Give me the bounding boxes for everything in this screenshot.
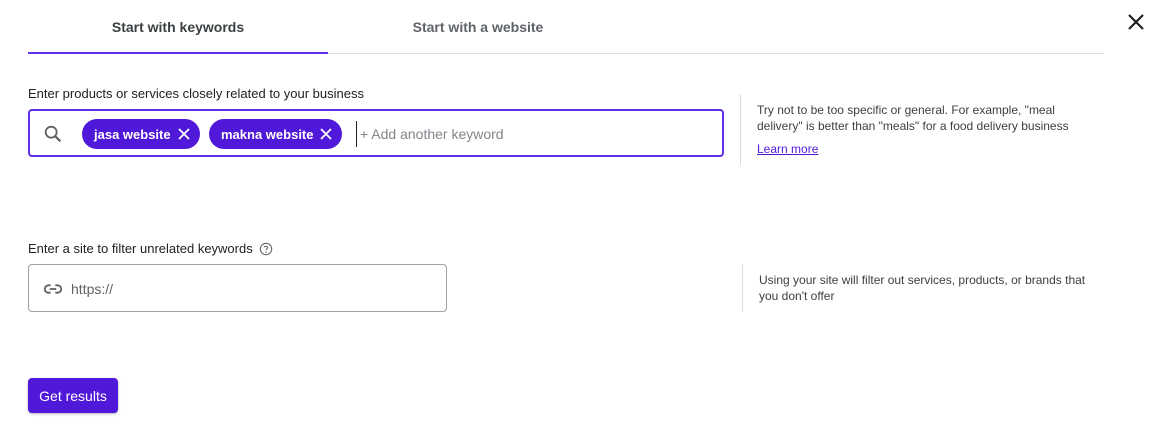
keyword-chip-label: makna website <box>221 126 314 142</box>
site-label: Enter a site to filter unrelated keyword… <box>28 241 253 256</box>
keywords-label: Enter products or services closely relat… <box>28 86 364 101</box>
site-input-box[interactable] <box>28 264 447 312</box>
close-icon <box>1128 14 1144 30</box>
tab-start-with-website[interactable]: Start with a website <box>328 0 628 53</box>
get-results-button[interactable]: Get results <box>28 378 118 413</box>
keyword-chip: jasa website <box>82 119 200 149</box>
divider <box>740 94 741 165</box>
keyword-chip: makna website <box>209 119 342 149</box>
divider <box>742 264 743 312</box>
active-tab-indicator <box>28 52 328 54</box>
close-icon[interactable] <box>318 126 334 142</box>
tab-bar: Start with keywords Start with a website <box>28 0 1104 54</box>
search-icon <box>44 125 62 143</box>
keyword-chip-label: jasa website <box>94 126 171 142</box>
close-icon[interactable] <box>176 126 192 142</box>
tab-start-with-keywords[interactable]: Start with keywords <box>28 0 328 53</box>
tab-label: Start with a website <box>412 18 544 35</box>
site-hint: Using your site will filter out services… <box>759 273 1086 303</box>
add-keyword-input[interactable] <box>356 121 706 147</box>
site-url-input[interactable] <box>71 276 431 302</box>
link-icon <box>43 284 63 294</box>
keyword-input-box[interactable]: jasa website makna website <box>28 109 724 157</box>
site-label-row: Enter a site to filter unrelated keyword… <box>28 241 273 256</box>
keywords-hint: Try not to be too specific or general. F… <box>757 103 1069 133</box>
help-outline-icon[interactable] <box>259 242 273 256</box>
learn-more-link[interactable]: Learn more <box>757 142 818 156</box>
tab-label: Start with keywords <box>111 18 245 35</box>
close-button[interactable] <box>1124 10 1148 34</box>
